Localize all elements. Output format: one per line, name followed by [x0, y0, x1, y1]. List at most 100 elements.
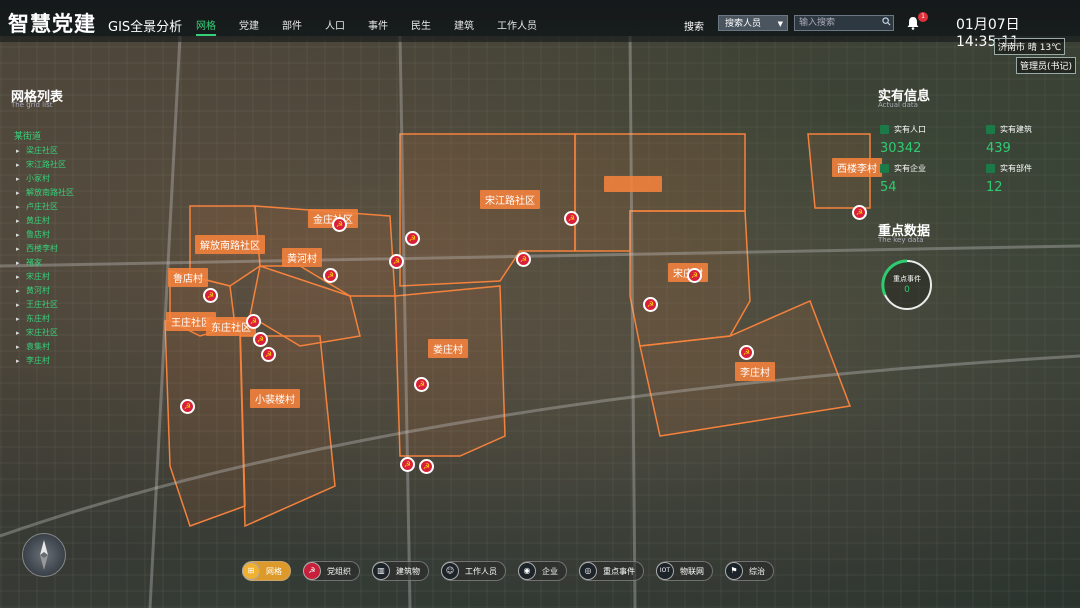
tree-item[interactable]: 东庄村 [14, 312, 74, 326]
tree-item[interactable]: 小冢村 [14, 172, 74, 186]
app-subtitle: GIS全景分析 [108, 20, 183, 35]
grid-icon: ⊞ [242, 562, 260, 580]
region-label[interactable]: 娄庄村 [428, 339, 468, 358]
nav-item-grid[interactable]: 网格 [196, 17, 216, 36]
party-pin-icon[interactable]: ☭ [687, 268, 702, 283]
party-pin-icon[interactable]: ☭ [180, 399, 195, 414]
key-data-subtitle: The key data [878, 236, 924, 244]
key-event-value: 0 [904, 285, 910, 295]
layer-toggle-label: 网格 [266, 566, 282, 576]
tree-item[interactable]: 宋江路社区 [14, 158, 74, 172]
layer-toggle-event[interactable]: ◎ 重点事件 [579, 561, 644, 581]
stat-label: 实有建筑 [986, 124, 1032, 135]
tree-item[interactable]: 鲁店村 [14, 228, 74, 242]
region-label[interactable]: 鲁店村 [168, 268, 208, 287]
notification-badge: 1 [918, 12, 928, 22]
tree-item[interactable]: 褚家 [14, 256, 74, 270]
party-pin-icon[interactable]: ☭ [405, 231, 420, 246]
layer-toggle-iot[interactable]: IOT 物联网 [656, 561, 713, 581]
tree-item[interactable]: 袁集村 [14, 340, 74, 354]
user-role-badge[interactable]: 管理员(书记) [1016, 57, 1077, 74]
layer-toggle-staff[interactable]: ☺ 工作人员 [441, 561, 506, 581]
party-pin-icon[interactable]: ☭ [323, 268, 338, 283]
stat-label: 实有企业 [880, 163, 926, 174]
tree-item[interactable]: 梁庄社区 [14, 144, 74, 158]
party-pin-icon[interactable]: ☭ [400, 457, 415, 472]
region-wangzhuang [164, 320, 246, 527]
party-pin-icon[interactable]: ☭ [739, 345, 754, 360]
stat-value: 30342 [880, 141, 922, 156]
layer-toggle-label: 建筑物 [396, 566, 420, 576]
nav-item-buildings[interactable]: 建筑 [454, 17, 474, 36]
region-label-empty[interactable] [604, 176, 662, 192]
stat-label: 实有部件 [986, 163, 1032, 174]
nav-item-livelihood[interactable]: 民生 [411, 17, 431, 36]
tree-item[interactable]: 卢庄社区 [14, 200, 74, 214]
layer-toggle-label: 工作人员 [465, 566, 497, 576]
party-pin-icon[interactable]: ☭ [414, 377, 429, 392]
main-nav: 网格 党建 部件 人口 事件 民生 建筑 工作人员 [196, 17, 560, 36]
party-pin-icon[interactable]: ☭ [203, 288, 218, 303]
chevron-down-icon: ▼ [777, 20, 783, 28]
party-pin-icon[interactable]: ☭ [246, 314, 261, 329]
app-title: 智慧党建 [8, 12, 96, 36]
tree-root[interactable]: 某街道 [14, 130, 74, 144]
grid-list-subtitle: The grid list [11, 101, 53, 109]
tree-item[interactable]: 宋庄社区 [14, 326, 74, 340]
enterprise-icon: ◉ [518, 562, 536, 580]
compass-control[interactable] [22, 533, 66, 577]
party-pin-icon[interactable]: ☭ [332, 217, 347, 232]
party-pin-icon[interactable]: ☭ [643, 297, 658, 312]
search-type-value: 搜索人员 [725, 19, 762, 29]
tree-item[interactable]: 黄庄村 [14, 214, 74, 228]
stat-value: 439 [986, 141, 1011, 156]
layer-toggle-label: 物联网 [680, 566, 704, 576]
search-input[interactable] [794, 15, 894, 31]
region-label[interactable]: 李庄村 [735, 362, 775, 381]
map-overlay [0, 36, 1080, 608]
region-label[interactable]: 宋江路社区 [480, 190, 540, 209]
party-pin-icon[interactable]: ☭ [261, 347, 276, 362]
compass-needle-icon [40, 540, 48, 570]
tree-item[interactable]: 李庄村 [14, 354, 74, 368]
region-label[interactable]: 黄河村 [282, 248, 322, 267]
party-pin-icon[interactable]: ☭ [564, 211, 579, 226]
party-pin-icon[interactable]: ☭ [516, 252, 531, 267]
tree-item[interactable]: 王庄社区 [14, 298, 74, 312]
party-icon: ☭ [303, 562, 321, 580]
region-label[interactable]: 解放南路社区 [195, 235, 265, 254]
layer-toolbar: ⊞ 网格 ☭ 党组织 ▥ 建筑物 ☺ 工作人员 ◉ 企业 ◎ 重点事件 IOT 物联网 ⚑ 综治 [242, 561, 786, 581]
layer-toggle-grid[interactable]: ⊞ 网格 [242, 561, 291, 581]
party-pin-icon[interactable]: ☭ [389, 254, 404, 269]
region-songjiang [399, 133, 576, 287]
stat-value: 54 [880, 180, 897, 195]
nav-item-party[interactable]: 党建 [239, 17, 259, 36]
nav-item-events[interactable]: 事件 [368, 17, 388, 36]
satellite-map[interactable]: 解放南路社区 金庄社区 黄河村 鲁店村 王庄社区 东庄社区 小裴楼村 宋江路社区… [0, 36, 1080, 608]
tree-item[interactable]: 西楼李村 [14, 242, 74, 256]
nav-item-population[interactable]: 人口 [325, 17, 345, 36]
region-label[interactable]: 西楼李村 [832, 158, 882, 177]
party-pin-icon[interactable]: ☭ [253, 332, 268, 347]
search-label: 搜索 [684, 22, 704, 33]
tree-item[interactable]: 解放南路社区 [14, 186, 74, 200]
layer-toggle-label: 综治 [749, 566, 765, 576]
staff-icon: ☺ [441, 562, 459, 580]
nav-item-components[interactable]: 部件 [282, 17, 302, 36]
layer-toggle-building[interactable]: ▥ 建筑物 [372, 561, 429, 581]
tree-item[interactable]: 宋庄村 [14, 270, 74, 284]
actual-data-subtitle: Actual data [878, 101, 918, 109]
party-pin-icon[interactable]: ☭ [419, 459, 434, 474]
layer-toggle-enterprise[interactable]: ◉ 企业 [518, 561, 567, 581]
layer-toggle-label: 企业 [542, 566, 558, 576]
party-pin-icon[interactable]: ☭ [852, 205, 867, 220]
layer-toggle-label: 党组织 [327, 566, 351, 576]
region-label[interactable]: 小裴楼村 [250, 389, 300, 408]
tree-item[interactable]: 黄河村 [14, 284, 74, 298]
region-xiaopeilou [239, 335, 336, 528]
layer-toggle-governance[interactable]: ⚑ 综治 [725, 561, 774, 581]
layer-toggle-party[interactable]: ☭ 党组织 [303, 561, 360, 581]
search-type-select[interactable]: 搜索人员 ▼ [718, 15, 788, 31]
nav-item-staff[interactable]: 工作人员 [497, 17, 537, 36]
search-icon[interactable] [882, 17, 891, 26]
